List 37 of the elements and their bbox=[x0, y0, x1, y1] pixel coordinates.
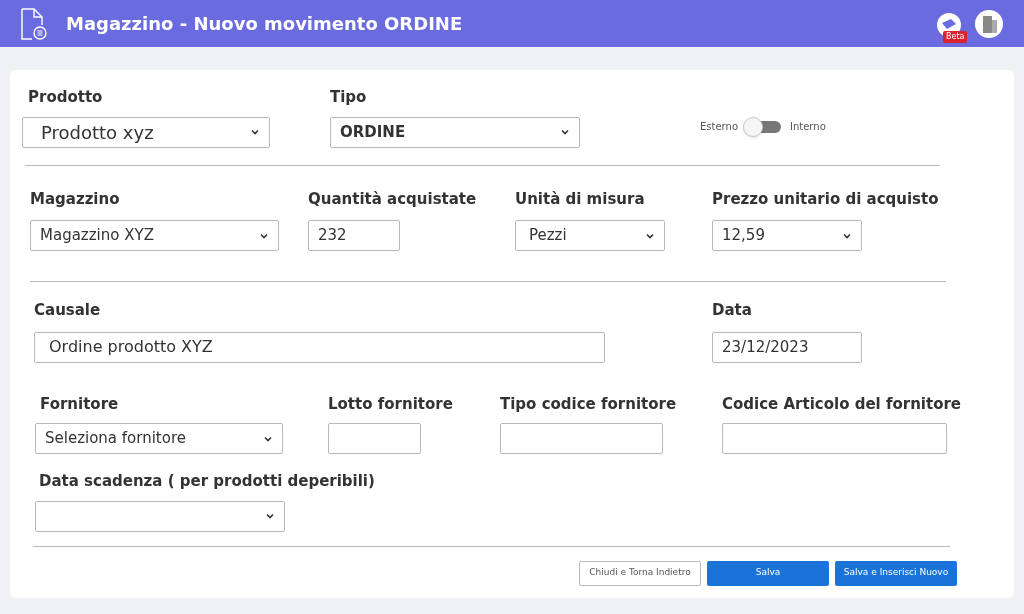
action-button[interactable]: Chiudi e Torna Indietro bbox=[579, 560, 701, 586]
field-label: Quantità acquistate bbox=[308, 188, 478, 210]
field-label: Codice Articolo del fornitore bbox=[722, 393, 962, 415]
field-label: Lotto fornitore bbox=[328, 393, 454, 415]
field-label: Causale bbox=[34, 300, 102, 321]
input-field[interactable]: Ordine prodotto XYZ bbox=[34, 331, 605, 363]
field-label: Data bbox=[712, 300, 753, 321]
document-icon bbox=[20, 6, 48, 41]
field-label: Prezzo unitario di acquisto bbox=[712, 188, 940, 210]
select-field[interactable]: Prodotto xyz bbox=[22, 116, 270, 148]
toggle-left-label: Esterno bbox=[700, 120, 738, 134]
input-field[interactable]: 23/12/2023 bbox=[712, 331, 862, 363]
field-label: Magazzino bbox=[30, 188, 121, 210]
field-label: Tipo bbox=[330, 87, 368, 108]
input-field[interactable] bbox=[500, 423, 663, 454]
field-label: Prodotto bbox=[28, 87, 104, 108]
select-field[interactable]: 12,59 bbox=[712, 220, 862, 251]
select-field[interactable]: Seleziona fornitore bbox=[35, 423, 283, 454]
input-field[interactable]: 232 bbox=[308, 220, 400, 251]
select-field[interactable]: Magazzino XYZ bbox=[30, 220, 279, 251]
toggle-right-label: Interno bbox=[790, 120, 826, 134]
field-label: Unità di misura bbox=[515, 188, 646, 210]
action-button[interactable]: Salva bbox=[707, 560, 829, 586]
input-field[interactable] bbox=[722, 423, 947, 454]
building-icon[interactable] bbox=[975, 9, 1003, 38]
select-field[interactable]: Pezzi bbox=[515, 220, 665, 251]
field-label: Fornitore bbox=[40, 393, 120, 415]
field-label: Tipo codice fornitore bbox=[500, 393, 678, 415]
chevron-down-icon bbox=[265, 511, 275, 521]
action-button[interactable]: Salva e Inserisci Nuovo bbox=[835, 560, 957, 586]
field-label: Data scadenza ( per prodotti deperibili) bbox=[39, 471, 376, 492]
select-field[interactable] bbox=[35, 500, 285, 532]
select-field[interactable]: ORDINE bbox=[330, 116, 580, 148]
input-field[interactable] bbox=[328, 423, 421, 454]
chevron-down-icon bbox=[250, 127, 260, 137]
chevron-down-icon bbox=[560, 127, 570, 137]
page-title: Magazzino - Nuovo movimento ORDINE bbox=[66, 12, 463, 36]
